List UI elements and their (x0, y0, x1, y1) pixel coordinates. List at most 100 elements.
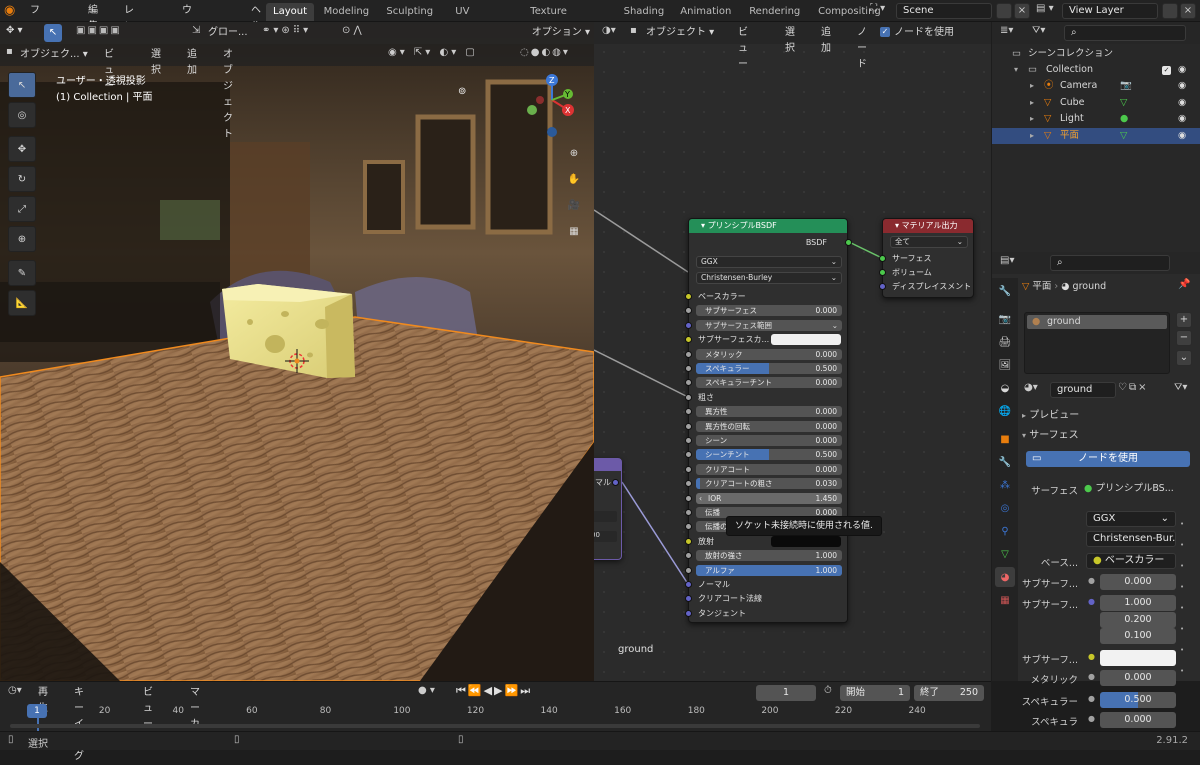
material-output-title[interactable]: ▾ マテリアル出力 (883, 219, 973, 233)
base-color-field[interactable]: ● ベースカラー (1086, 553, 1176, 569)
prop-value-field[interactable] (1100, 650, 1176, 666)
world-tab-icon[interactable]: 🌐 (995, 401, 1015, 421)
prop-value-field[interactable]: 0.200 (1100, 612, 1176, 628)
bsdf-slider[interactable]: 放射の強さ 1.000 (696, 550, 842, 562)
visibility-eye-icon[interactable]: ◉ (1178, 78, 1186, 94)
bsdf-input-socket[interactable] (685, 437, 692, 444)
visibility-eye-icon[interactable]: ◉ (1178, 62, 1186, 78)
prop-value-field[interactable]: 0.000 (1100, 670, 1176, 686)
keyframe-dot-column[interactable]: • • • • • • • • (1180, 514, 1188, 675)
bsdf-input-socket[interactable] (685, 523, 692, 531)
bsdf-slider[interactable]: シーン 0.000 (696, 435, 842, 446)
surface-shader-field[interactable]: ● プリンシプルBS... (1084, 481, 1176, 497)
transform-tool-icon[interactable]: ⊕ (8, 226, 36, 252)
prop-value-field[interactable]: 1.000 (1100, 595, 1176, 611)
annotate-tool-icon[interactable]: ✎ (8, 260, 36, 286)
transform-orientation-icon[interactable]: ⇲ (192, 25, 206, 36)
visibility-eye-icon[interactable]: ◉ (1178, 95, 1186, 111)
surface-panel-header[interactable]: ▾ サーフェス (1022, 428, 1192, 444)
physics-tab-icon[interactable]: ◎ (995, 498, 1015, 518)
partial-node-field[interactable] (594, 511, 617, 522)
bsdf-input-socket[interactable] (685, 566, 692, 574)
cursor-tool-icon[interactable]: ◎ (8, 102, 36, 128)
properties-search-input[interactable]: ⌕ (1050, 255, 1170, 271)
bsdf-input-socket[interactable] (685, 350, 692, 358)
principled-bsdf-node[interactable]: ▾ プリンシプルBSDF BSDF GGX ⌄ Christensen-Burle… (685, 218, 852, 623)
filter-icon[interactable]: ⛛▾ (1032, 25, 1056, 36)
ior-arrows[interactable]: ‹ (699, 493, 702, 504)
pin-icon[interactable]: 📌 (1178, 279, 1190, 290)
particles-tab-icon[interactable]: ⁂ (995, 475, 1015, 495)
bsdf-input-socket[interactable] (685, 336, 692, 344)
material-slot-list[interactable]: ● ground (1024, 312, 1170, 374)
bsdf-input-socket[interactable] (685, 465, 692, 473)
expand-chevron-icon[interactable]: ▸ (1030, 128, 1034, 144)
object-tab-icon[interactable]: ■ (995, 429, 1015, 449)
bsdf-input-socket[interactable] (685, 509, 692, 516)
view-layer-field[interactable]: View Layer (1062, 3, 1158, 19)
menu-viewport-menus-1[interactable]: 選択 (151, 47, 161, 76)
expand-chevron-icon[interactable]: ▸ (1030, 111, 1034, 127)
workspace-tab-rendering[interactable]: Rendering (742, 3, 807, 21)
menu-item-0[interactable]: ファイル (26, 3, 44, 64)
remove-slot-icon[interactable]: − (1176, 330, 1192, 346)
bsdf-input-socket[interactable] (685, 581, 692, 588)
material-tab-icon[interactable]: ◕ (995, 567, 1015, 587)
blender-logo-icon[interactable]: ◉ (4, 3, 22, 19)
workspace-tab-shading[interactable]: Shading (617, 3, 672, 21)
bsdf-slider[interactable]: クリアコートの粗さ 0.030 (696, 478, 842, 490)
menu-item-4[interactable]: ヘルプ (247, 3, 265, 48)
bsdf-slider[interactable]: サブサーフェス 0.000 (696, 305, 842, 317)
shader-node-editor[interactable]: ◑▾ ▪ オブジェクト ▾ ビュー選択追加ノード ✓ ノードを使用 マル 00 … (594, 22, 991, 681)
bsdf-slider[interactable]: 異方性 0.000 (696, 406, 842, 418)
tool-tab-icon[interactable]: 🔧 (995, 281, 1015, 301)
material-output-node[interactable]: ▾ マテリアル出力 全て ⌄ サーフェス ボリューム ディスプレイスメント (879, 218, 974, 298)
workspace-tab-sculpting[interactable]: Sculpting (379, 3, 440, 21)
bsdf-slider[interactable]: スペキュラーチント 0.000 (696, 377, 842, 389)
normal-map-node-partial[interactable]: マル 00 (594, 458, 622, 560)
expand-chevron-icon[interactable]: ▾ (1014, 62, 1018, 78)
outliner-item-light[interactable]: ▸ ▽ Light ● ◉ (992, 111, 1200, 127)
workspace-tab-animation[interactable]: Animation (673, 3, 738, 21)
bsdf-slider[interactable]: メタリック 0.000 (696, 348, 842, 360)
outliner-scene-collection[interactable]: ▭ シーンコレクション (992, 46, 1200, 62)
bsdf-input-socket[interactable] (685, 451, 692, 459)
link-data-icon[interactable]: ⛛▾ (1174, 382, 1194, 393)
prop-value-field[interactable]: 0.100 (1100, 628, 1176, 644)
bsdf-input-socket[interactable] (685, 537, 692, 545)
select-tool-icon[interactable]: ↖ (8, 72, 36, 98)
camera-view-icon[interactable]: ⊚ (458, 86, 480, 104)
object-mode-dropdown[interactable]: オブジェク... ▾ (20, 47, 100, 63)
bsdf-input-socket[interactable] (685, 307, 692, 315)
outliner-item-平面[interactable]: ▸ ▽ 平面 ▽ ◉ (992, 127, 1200, 144)
collection-checkbox[interactable]: ✓ (1162, 66, 1171, 75)
menu-item-2[interactable]: レンダー (120, 3, 138, 64)
prop-value-field[interactable]: 0.500 (1100, 692, 1176, 708)
pan-hand-icon[interactable]: ✋ (563, 168, 585, 190)
menu-viewport-menus-2[interactable]: 追加 (187, 47, 197, 76)
use-nodes-button[interactable]: ▭ ノードを使用 (1026, 451, 1190, 467)
volume-input-socket[interactable] (879, 269, 886, 276)
render-tab-icon[interactable]: 📷 (995, 309, 1015, 329)
workspace-tab-texture-paint[interactable]: Texture Paint (523, 3, 574, 35)
workspace-tab-layout[interactable]: Layout (266, 3, 314, 21)
bsdf-input-socket[interactable] (685, 321, 692, 329)
outliner[interactable]: ≣▾ ⌕ ⛛▾ ▭ シーンコレクション ▾ ▭ Collection ✓ ◉ ▸ ⦿ Came… (992, 22, 1200, 252)
bsdf-input-socket[interactable] (685, 480, 692, 488)
outliner-collection[interactable]: ▾ ▭ Collection ✓ ◉ (992, 62, 1200, 78)
visibility-eye-icon[interactable]: ◉ (1178, 111, 1186, 127)
new-view-layer-icon[interactable] (1162, 3, 1178, 19)
output-target-dropdown[interactable]: 全て ⌄ (890, 236, 968, 248)
expand-chevron-icon[interactable]: ▸ (1030, 78, 1034, 94)
subsurface-method-select[interactable]: Christensen-Bur...⌄ (1086, 531, 1176, 547)
selection-mode-icons[interactable]: ▣▣▣▣ (76, 25, 156, 41)
partial-node-value[interactable]: 00 (594, 531, 617, 542)
options-dropdown[interactable]: オプション ▾ (520, 25, 590, 41)
rotate-tool-icon[interactable]: ↻ (8, 166, 36, 192)
overlay-gizmo-icons[interactable]: ◉▾ ⇱▾ ◐▾ ▢ (388, 47, 518, 63)
camera-data-icon[interactable]: 📷 (1120, 78, 1132, 94)
ortho-grid-icon[interactable]: ▦ (563, 220, 585, 242)
outliner-item-cube[interactable]: ▸ ▽ Cube ▽ ◉ (992, 95, 1200, 111)
prop-value-field[interactable]: 0.000 (1100, 712, 1176, 728)
bsdf-input-socket[interactable] (685, 422, 692, 430)
